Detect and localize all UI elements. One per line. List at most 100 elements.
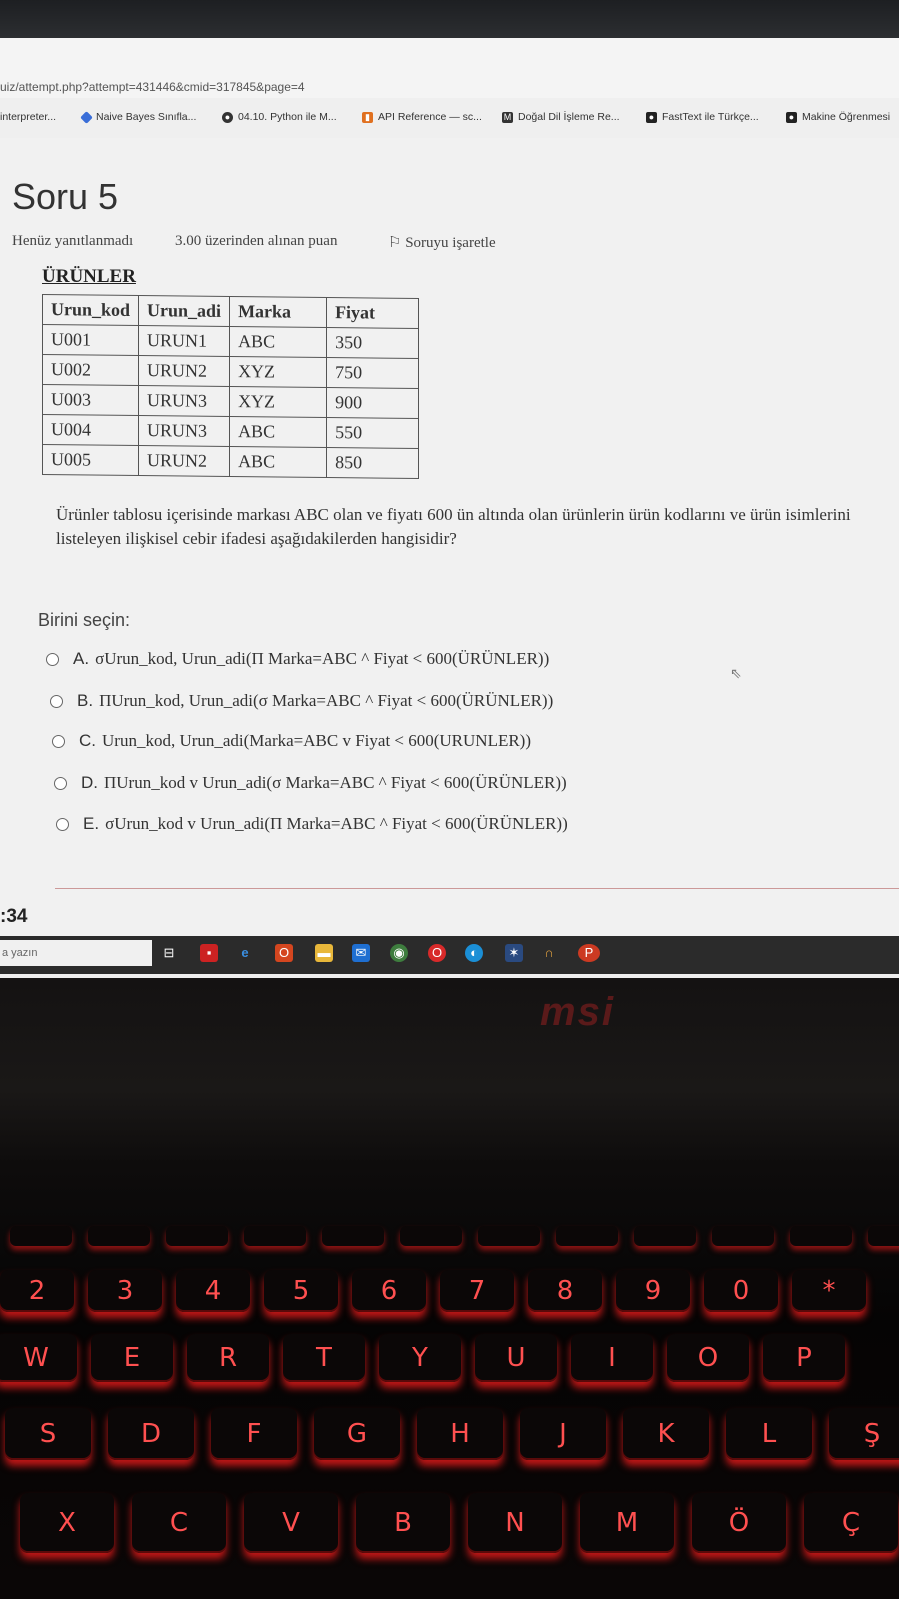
edge-icon[interactable]: ◐ xyxy=(465,944,483,962)
keyboard-key[interactable]: F xyxy=(211,1408,297,1460)
keyboard-key[interactable]: W xyxy=(0,1334,77,1382)
keyboard-key[interactable]: L xyxy=(726,1408,812,1460)
keyboard-key[interactable]: B xyxy=(356,1493,450,1553)
function-key[interactable] xyxy=(88,1226,150,1246)
keyboard-key[interactable]: Ş xyxy=(829,1408,899,1460)
keyboard-key[interactable]: 6 xyxy=(352,1270,426,1312)
opera-icon[interactable]: O xyxy=(428,944,446,962)
radio-button[interactable] xyxy=(52,734,65,748)
url-text[interactable]: uiz/attempt.php?attempt=431446&cmid=3178… xyxy=(0,80,305,94)
table-cell: U004 xyxy=(42,414,139,446)
bookmark-item[interactable]: ▮ API Reference — sc... xyxy=(362,111,482,123)
keyboard-key[interactable]: J xyxy=(520,1408,606,1460)
function-key[interactable] xyxy=(10,1226,72,1246)
keyboard-key[interactable]: 4 xyxy=(176,1270,250,1312)
table-cell: U005 xyxy=(42,444,139,476)
table-row: U001 URUN1 ABC 350 xyxy=(42,324,419,359)
table-cell: U003 xyxy=(42,384,139,416)
table-cell: URUN1 xyxy=(138,325,230,357)
function-key[interactable] xyxy=(790,1226,852,1246)
option-text: σUrun_kod v Urun_adi(Π Marka=ABC ^ Fiyat… xyxy=(105,814,568,833)
radio-button[interactable] xyxy=(46,652,59,666)
answer-option-e[interactable]: E. σUrun_kod v Urun_adi(Π Marka=ABC ^ Fi… xyxy=(56,814,568,834)
function-key[interactable] xyxy=(478,1226,540,1246)
keyboard-key[interactable]: K xyxy=(623,1408,709,1460)
keyboard-key[interactable]: Y xyxy=(379,1334,461,1382)
taskbar-search-input[interactable]: a yazın xyxy=(0,940,152,966)
flag-question-link[interactable]: ⚐ Soruyu işaretle xyxy=(388,233,496,252)
keyboard-key[interactable]: G xyxy=(314,1408,400,1460)
keyboard-key[interactable]: P xyxy=(763,1334,845,1382)
products-table: Urun_kod Urun_adi Marka Fiyat U001 URUN1… xyxy=(42,294,419,479)
bookmark-item[interactable]: ● 04.10. Python ile M... xyxy=(222,111,337,123)
bookmark-label: 04.10. Python ile M... xyxy=(238,111,337,123)
keyboard-key[interactable]: * xyxy=(792,1270,866,1312)
office-icon[interactable]: O xyxy=(275,944,293,962)
radio-button[interactable] xyxy=(54,776,67,790)
app-icon[interactable]: ✶ xyxy=(505,944,523,962)
bookmark-item[interactable]: ● FastText ile Türkçe... xyxy=(646,111,759,123)
chrome-icon[interactable]: ◉ xyxy=(390,944,408,962)
answer-option-a[interactable]: A. σUrun_kod, Urun_adi(Π Marka=ABC ^ Fiy… xyxy=(46,649,549,669)
answer-option-d[interactable]: D. ΠUrun_kod v Urun_adi(σ Marka=ABC ^ Fi… xyxy=(54,773,567,793)
keyboard-key[interactable]: D xyxy=(108,1408,194,1460)
function-key[interactable] xyxy=(634,1226,696,1246)
bookmark-item[interactable]: M Doğal Dil İşleme Re... xyxy=(502,111,620,123)
answer-option-b[interactable]: B. ΠUrun_kod, Urun_adi(σ Marka=ABC ^ Fiy… xyxy=(50,691,553,711)
keyboard-key[interactable]: O xyxy=(667,1334,749,1382)
keyboard-key[interactable]: I xyxy=(571,1334,653,1382)
keyboard-key[interactable]: X xyxy=(20,1493,114,1553)
keyboard-key[interactable]: C xyxy=(132,1493,226,1553)
radio-button[interactable] xyxy=(50,694,63,708)
keyboard-key[interactable]: T xyxy=(283,1334,365,1382)
bookmark-item[interactable]: Naive Bayes Sınıfla... xyxy=(80,110,196,124)
keyboard-key[interactable]: U xyxy=(475,1334,557,1382)
function-key[interactable] xyxy=(868,1226,899,1246)
option-text: ΠUrun_kod v Urun_adi(σ Marka=ABC ^ Fiyat… xyxy=(104,773,567,792)
function-key[interactable] xyxy=(712,1226,774,1246)
bookmark-item[interactable]: interpreter... xyxy=(0,111,56,123)
table-cell: 350 xyxy=(326,327,419,359)
option-text: Urun_kod, Urun_adi(Marka=ABC v Fiyat < 6… xyxy=(102,731,532,750)
function-key[interactable] xyxy=(556,1226,618,1246)
table-cell: ABC xyxy=(229,326,327,358)
mail-icon[interactable]: ✉ xyxy=(352,944,370,962)
app-icon[interactable]: ∩ xyxy=(540,944,558,962)
keyboard-key[interactable]: H xyxy=(417,1408,503,1460)
screen: uiz/attempt.php?attempt=431446&cmid=3178… xyxy=(0,38,899,978)
keyboard-key[interactable]: Ç xyxy=(804,1493,898,1553)
keyboard-key[interactable]: E xyxy=(91,1334,173,1382)
keyboard-key[interactable]: R xyxy=(187,1334,269,1382)
keyboard-key[interactable]: M xyxy=(580,1493,674,1553)
keyboard-key[interactable]: 8 xyxy=(528,1270,602,1312)
keyboard-key[interactable]: 9 xyxy=(616,1270,690,1312)
bookmark-label: interpreter... xyxy=(0,111,57,123)
bookmark-label: Doğal Dil İşleme Re... xyxy=(518,111,620,123)
keyboard-key[interactable]: 5 xyxy=(264,1270,338,1312)
function-key[interactable] xyxy=(322,1226,384,1246)
function-key[interactable] xyxy=(244,1226,306,1246)
answer-option-c[interactable]: C. Urun_kod, Urun_adi(Marka=ABC v Fiyat … xyxy=(52,731,531,751)
keyboard-key[interactable]: 0 xyxy=(704,1270,778,1312)
powerpoint-icon[interactable]: P xyxy=(578,944,600,962)
keyboard-key[interactable]: 2 xyxy=(0,1270,74,1312)
table-header-row: Urun_kod Urun_adi Marka Fiyat xyxy=(42,294,419,329)
keyboard-key[interactable]: 3 xyxy=(88,1270,162,1312)
radio-button[interactable] xyxy=(56,817,69,831)
function-key[interactable] xyxy=(166,1226,228,1246)
table-cell: URUN3 xyxy=(138,385,230,417)
keyboard-key[interactable]: 7 xyxy=(440,1270,514,1312)
edge-legacy-icon[interactable]: e xyxy=(236,944,254,962)
table-row: U003 URUN3 XYZ 900 xyxy=(42,384,419,419)
task-view-icon[interactable]: ⊟ xyxy=(160,944,178,962)
keyboard-key[interactable]: N xyxy=(468,1493,562,1553)
bookmark-item[interactable]: ● Makine Öğrenmesi xyxy=(786,111,890,123)
function-key[interactable] xyxy=(400,1226,462,1246)
app-icon[interactable]: ▪ xyxy=(200,944,218,962)
address-bar[interactable]: uiz/attempt.php?attempt=431446&cmid=3178… xyxy=(0,38,899,98)
keyboard-key[interactable]: Ö xyxy=(692,1493,786,1553)
keyboard-key[interactable]: S xyxy=(5,1408,91,1460)
mouse-cursor-icon: ⇖ xyxy=(730,665,742,681)
folder-icon[interactable]: ▬ xyxy=(315,944,333,962)
keyboard-key[interactable]: V xyxy=(244,1493,338,1553)
